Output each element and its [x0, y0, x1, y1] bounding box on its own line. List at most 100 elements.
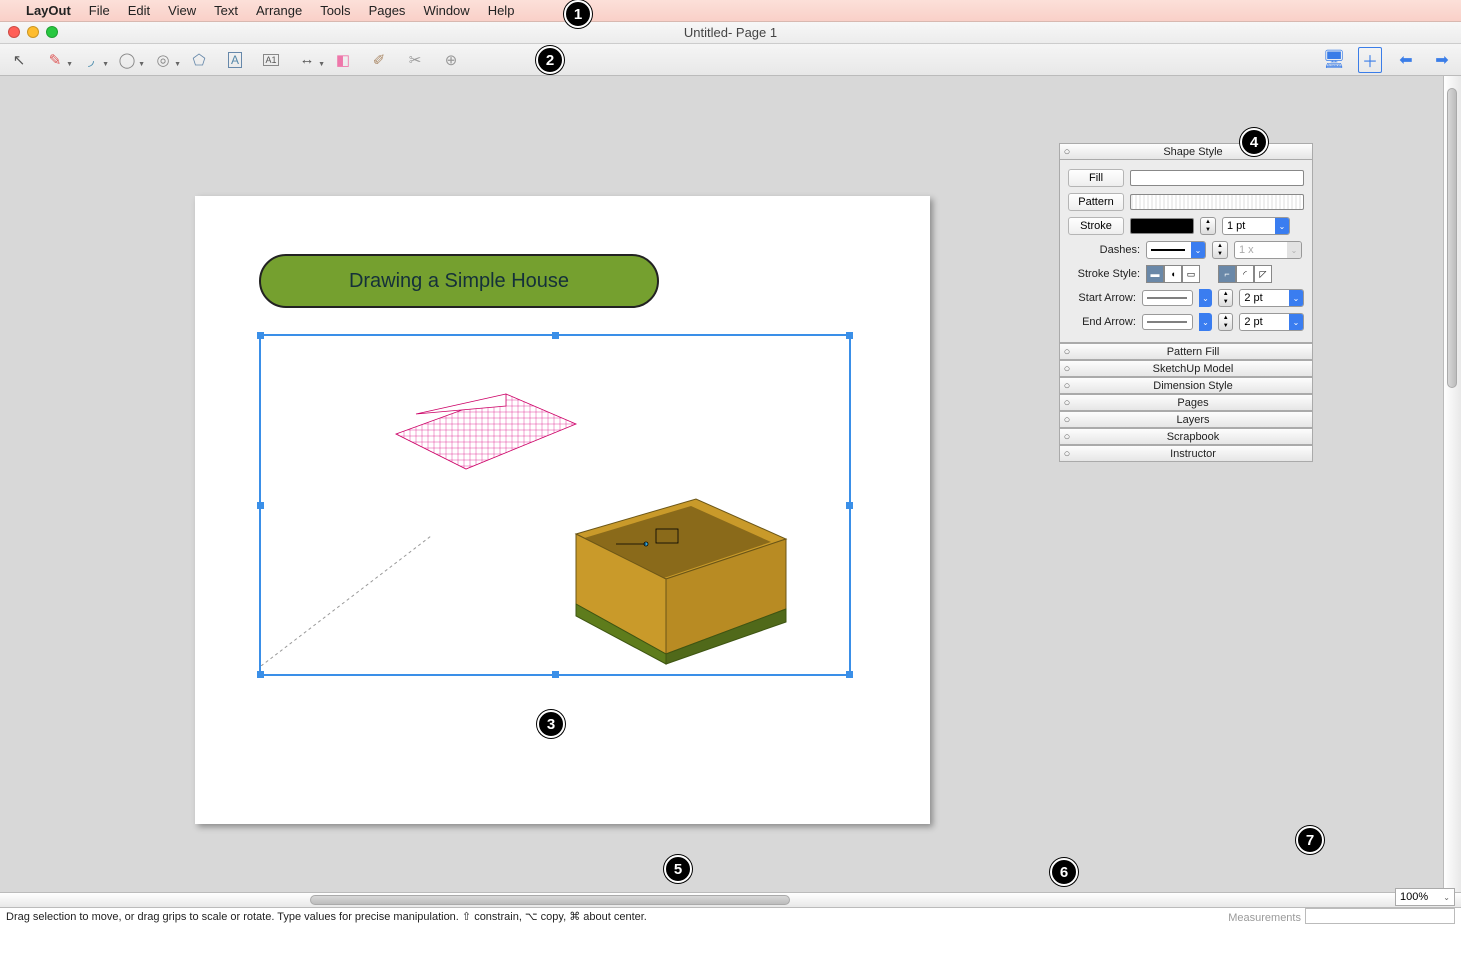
callout-1: 1 — [564, 0, 592, 28]
text-tool[interactable]: A — [222, 49, 248, 71]
end-arrow-stepper[interactable]: ▲▼ — [1218, 313, 1233, 331]
circle-icon: ◯ — [119, 51, 136, 69]
shape-style-header[interactable]: ○Shape Style — [1059, 143, 1313, 160]
ellipse-tool[interactable]: ◎▼ — [150, 49, 176, 71]
menu-view[interactable]: View — [168, 3, 196, 18]
vscroll-thumb[interactable] — [1447, 88, 1457, 388]
join-tool[interactable]: ⊕ — [438, 49, 464, 71]
measurements-input[interactable] — [1305, 908, 1455, 924]
panel-close-icon[interactable]: ○ — [1060, 397, 1074, 409]
panel-layers[interactable]: ○Layers — [1059, 411, 1313, 428]
horizontal-scrollbar[interactable] — [0, 892, 1461, 908]
eraser-tool[interactable]: ◧ — [330, 49, 356, 71]
join-miter[interactable]: ⌐ — [1218, 265, 1236, 283]
vertical-scrollbar[interactable] — [1443, 76, 1461, 892]
join-bevel[interactable]: ◸ — [1254, 265, 1272, 283]
fill-swatch[interactable] — [1130, 170, 1304, 186]
grip-mid-right[interactable] — [846, 502, 853, 509]
dashes-scale-select: 1 x⌄ — [1234, 241, 1302, 259]
menu-arrange[interactable]: Arrange — [256, 3, 302, 18]
eyedropper-icon: ✐ — [373, 51, 386, 69]
title-bubble[interactable]: Drawing a Simple House — [259, 254, 659, 308]
stroke-width-stepper[interactable]: ▲▼ — [1200, 217, 1216, 235]
dimension-tool[interactable]: ↔▼ — [294, 49, 320, 71]
stroke-style-label: Stroke Style: — [1068, 268, 1140, 280]
zoom-window-button[interactable] — [46, 26, 58, 38]
callout-2: 2 — [536, 46, 564, 74]
panel-close-icon[interactable]: ○ — [1060, 363, 1074, 375]
panel-sketchup-model[interactable]: ○SketchUp Model — [1059, 360, 1313, 377]
stroke-swatch[interactable] — [1130, 218, 1194, 234]
menu-text[interactable]: Text — [214, 3, 238, 18]
next-page-button[interactable]: ➡ — [1429, 49, 1455, 71]
join-round[interactable]: ◜ — [1236, 265, 1254, 283]
panel-instructor[interactable]: ○Instructor — [1059, 445, 1313, 462]
menu-tools[interactable]: Tools — [320, 3, 350, 18]
arrow-left-icon: ⬅ — [1399, 50, 1412, 70]
add-page-button[interactable]: ＋ — [1357, 49, 1383, 71]
menu-window[interactable]: Window — [423, 3, 469, 18]
arrow-right-icon: ➡ — [1435, 50, 1448, 70]
panel-close-icon[interactable]: ○ — [1060, 414, 1074, 426]
panel-close-icon[interactable]: ○ — [1060, 146, 1074, 158]
start-arrow-label: Start Arrow: — [1068, 292, 1136, 304]
presentation-button[interactable]: 🖥 — [1321, 49, 1347, 71]
cap-square[interactable]: ▭ — [1182, 265, 1200, 283]
menu-file[interactable]: File — [89, 3, 110, 18]
split-tool[interactable]: ✂ — [402, 49, 428, 71]
pattern-swatch[interactable] — [1130, 194, 1304, 210]
grip-bot-right[interactable] — [846, 671, 853, 678]
panel-close-icon[interactable]: ○ — [1060, 448, 1074, 460]
eraser-icon: ◧ — [336, 51, 350, 69]
style-tool[interactable]: ✐ — [366, 49, 392, 71]
grip-top-right[interactable] — [846, 332, 853, 339]
menu-help[interactable]: Help — [488, 3, 515, 18]
arc-tool[interactable]: ◞▼ — [78, 49, 104, 71]
stroke-width-select[interactable]: 1 pt⌄ — [1222, 217, 1290, 235]
grip-top-mid[interactable] — [552, 332, 559, 339]
dashes-select[interactable]: ⌄ — [1146, 241, 1206, 259]
start-arrow-width-select[interactable]: 2 pt⌄ — [1239, 289, 1304, 307]
circle-tool[interactable]: ◯▼ — [114, 49, 140, 71]
select-tool[interactable]: ↖ — [6, 49, 32, 71]
end-arrow-select[interactable] — [1142, 314, 1193, 330]
menu-pages[interactable]: Pages — [369, 3, 406, 18]
arc-icon: ◞ — [88, 51, 94, 69]
line-tool[interactable]: ✎▼ — [42, 49, 68, 71]
pattern-toggle[interactable]: Pattern — [1068, 193, 1124, 211]
grip-bot-left[interactable] — [257, 671, 264, 678]
end-arrow-width-select[interactable]: 2 pt⌄ — [1239, 313, 1304, 331]
app-name[interactable]: LayOut — [26, 3, 71, 18]
panel-close-icon[interactable]: ○ — [1060, 380, 1074, 392]
panel-close-icon[interactable]: ○ — [1060, 346, 1074, 358]
grip-top-left[interactable] — [257, 332, 264, 339]
callout-6: 6 — [1050, 858, 1078, 886]
dashes-scale-stepper[interactable]: ▲▼ — [1212, 241, 1228, 259]
cap-round[interactable]: ◖ — [1164, 265, 1182, 283]
label-tool[interactable]: A1 — [258, 49, 284, 71]
start-arrow-stepper[interactable]: ▲▼ — [1218, 289, 1233, 307]
previous-page-button[interactable]: ⬅ — [1393, 49, 1419, 71]
menu-edit[interactable]: Edit — [128, 3, 150, 18]
panel-pages[interactable]: ○Pages — [1059, 394, 1313, 411]
zoom-select[interactable]: 100%⌄ — [1395, 888, 1455, 906]
panel-dimension-style[interactable]: ○Dimension Style — [1059, 377, 1313, 394]
text-icon: A — [228, 52, 242, 68]
panel-close-icon[interactable]: ○ — [1060, 431, 1074, 443]
minimize-window-button[interactable] — [27, 26, 39, 38]
polygon-tool[interactable]: ⬠ — [186, 49, 212, 71]
close-window-button[interactable] — [8, 26, 20, 38]
cursor-icon: ↖ — [13, 51, 26, 69]
panel-scrapbook[interactable]: ○Scrapbook — [1059, 428, 1313, 445]
panel-pattern-fill[interactable]: ○Pattern Fill — [1059, 343, 1313, 360]
label-icon: A1 — [263, 54, 278, 66]
stroke-toggle[interactable]: Stroke — [1068, 217, 1124, 235]
cap-flat[interactable]: ▬ — [1146, 265, 1164, 283]
document-title: Untitled- Page 1 — [684, 25, 777, 40]
grip-mid-left[interactable] — [257, 502, 264, 509]
hscroll-thumb[interactable] — [310, 895, 790, 905]
split-icon: ✂ — [409, 51, 422, 69]
selection-frame[interactable] — [259, 334, 851, 676]
fill-toggle[interactable]: Fill — [1068, 169, 1124, 187]
start-arrow-select[interactable] — [1142, 290, 1193, 306]
